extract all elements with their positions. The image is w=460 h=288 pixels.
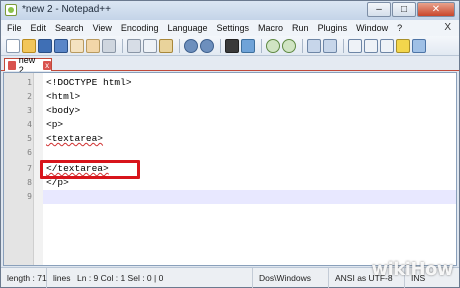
window-title: *new 2 - Notepad++ [22, 4, 111, 15]
show-all-chars-icon[interactable] [364, 38, 378, 53]
line-number: 4 [27, 120, 32, 129]
redo-icon[interactable] [200, 38, 214, 53]
menu-plugins[interactable]: Plugins [318, 23, 348, 33]
close-window-button[interactable]: ✕ [417, 2, 455, 17]
menu-bar: File Edit Search View Encoding Language … [1, 20, 459, 36]
code-editor[interactable]: 1 <!DOCTYPE html> 2 <html> 3 <body> 4 <p… [3, 72, 457, 266]
minimize-button[interactable]: – [367, 2, 391, 17]
status-lines: lines [53, 272, 71, 283]
code-text: <textarea> [46, 133, 104, 144]
tab-new-2[interactable]: new 2 x [4, 55, 52, 75]
tab-bar: new 2 x [1, 55, 459, 75]
close-icon[interactable] [70, 38, 84, 53]
code-text: <!DOCTYPE html> [46, 77, 132, 88]
cut-icon[interactable] [127, 38, 141, 53]
zoom-in-icon[interactable] [266, 38, 280, 53]
menu-file[interactable]: File [7, 23, 22, 33]
line-number: 9 [27, 192, 32, 201]
code-line: 5 <textarea> [4, 132, 456, 146]
line-number: 2 [27, 92, 32, 101]
code-line: 4 <p> [4, 118, 456, 132]
menu-edit[interactable]: Edit [31, 23, 47, 33]
unsaved-file-icon [8, 60, 16, 70]
copy-icon[interactable] [143, 38, 157, 53]
toolbar-separator [179, 38, 180, 53]
code-line: 2 <html> [4, 90, 456, 104]
menu-settings[interactable]: Settings [217, 23, 250, 33]
print-icon[interactable] [102, 38, 116, 53]
maximize-button[interactable]: □ [392, 2, 416, 17]
code-text: <body> [46, 105, 81, 116]
wikihow-watermark: wikiHow [371, 259, 454, 280]
language-icon[interactable] [396, 38, 410, 53]
sync-vertical-icon[interactable] [307, 38, 321, 53]
new-file-icon[interactable] [6, 38, 20, 53]
undo-icon[interactable] [184, 38, 198, 53]
tab-close-icon[interactable]: x [43, 60, 51, 70]
toolbar-separator [261, 38, 262, 53]
menu-view[interactable]: View [93, 23, 112, 33]
title-bar[interactable]: *new 2 - Notepad++ – □ ✕ [1, 1, 459, 20]
notepad-plus-plus-icon [5, 4, 17, 16]
code-text: <html> [46, 91, 81, 102]
notepad-window: *new 2 - Notepad++ – □ ✕ File Edit Searc… [0, 0, 460, 288]
status-eol: Dos\Windows [253, 267, 329, 288]
code-line: 6 [4, 146, 456, 160]
sync-horizontal-icon[interactable] [323, 38, 337, 53]
close-document-button[interactable]: X [444, 22, 451, 33]
window-controls: – □ ✕ [367, 2, 455, 17]
toolbar [1, 36, 459, 56]
code-line: 3 <body> [4, 104, 456, 118]
menu-help[interactable]: ? [397, 23, 402, 33]
code-line: 1 <!DOCTYPE html> [4, 76, 456, 90]
line-number: 7 [27, 164, 32, 173]
code-line: 9 [4, 190, 456, 204]
find-icon[interactable] [225, 38, 239, 53]
toolbar-separator [220, 38, 221, 53]
code-text: <p> [46, 119, 64, 130]
open-file-icon[interactable] [22, 38, 36, 53]
word-wrap-icon[interactable] [348, 38, 362, 53]
annotation-highlight-box [40, 160, 140, 179]
line-number: 5 [27, 134, 32, 143]
replace-icon[interactable] [241, 38, 255, 53]
doc-map-icon[interactable] [412, 38, 426, 53]
zoom-out-icon[interactable] [282, 38, 296, 53]
toolbar-separator [122, 38, 123, 53]
menu-run[interactable]: Run [292, 23, 309, 33]
toolbar-separator [343, 38, 344, 53]
save-icon[interactable] [38, 38, 52, 53]
menu-search[interactable]: Search [55, 23, 84, 33]
menu-encoding[interactable]: Encoding [121, 23, 159, 33]
status-position: Ln : 9 Col : 1 Sel : 0 | 0 [75, 267, 253, 288]
menu-language[interactable]: Language [167, 23, 207, 33]
save-all-icon[interactable] [54, 38, 68, 53]
indent-guide-icon[interactable] [380, 38, 394, 53]
toolbar-separator [302, 38, 303, 53]
line-number: 6 [27, 148, 32, 157]
close-all-icon[interactable] [86, 38, 100, 53]
paste-icon[interactable] [159, 38, 173, 53]
line-number: 8 [27, 178, 32, 187]
line-number: 1 [27, 78, 32, 87]
menu-window[interactable]: Window [356, 23, 388, 33]
menu-macro[interactable]: Macro [258, 23, 283, 33]
status-length: length : 71 [1, 267, 47, 288]
line-number: 3 [27, 106, 32, 115]
